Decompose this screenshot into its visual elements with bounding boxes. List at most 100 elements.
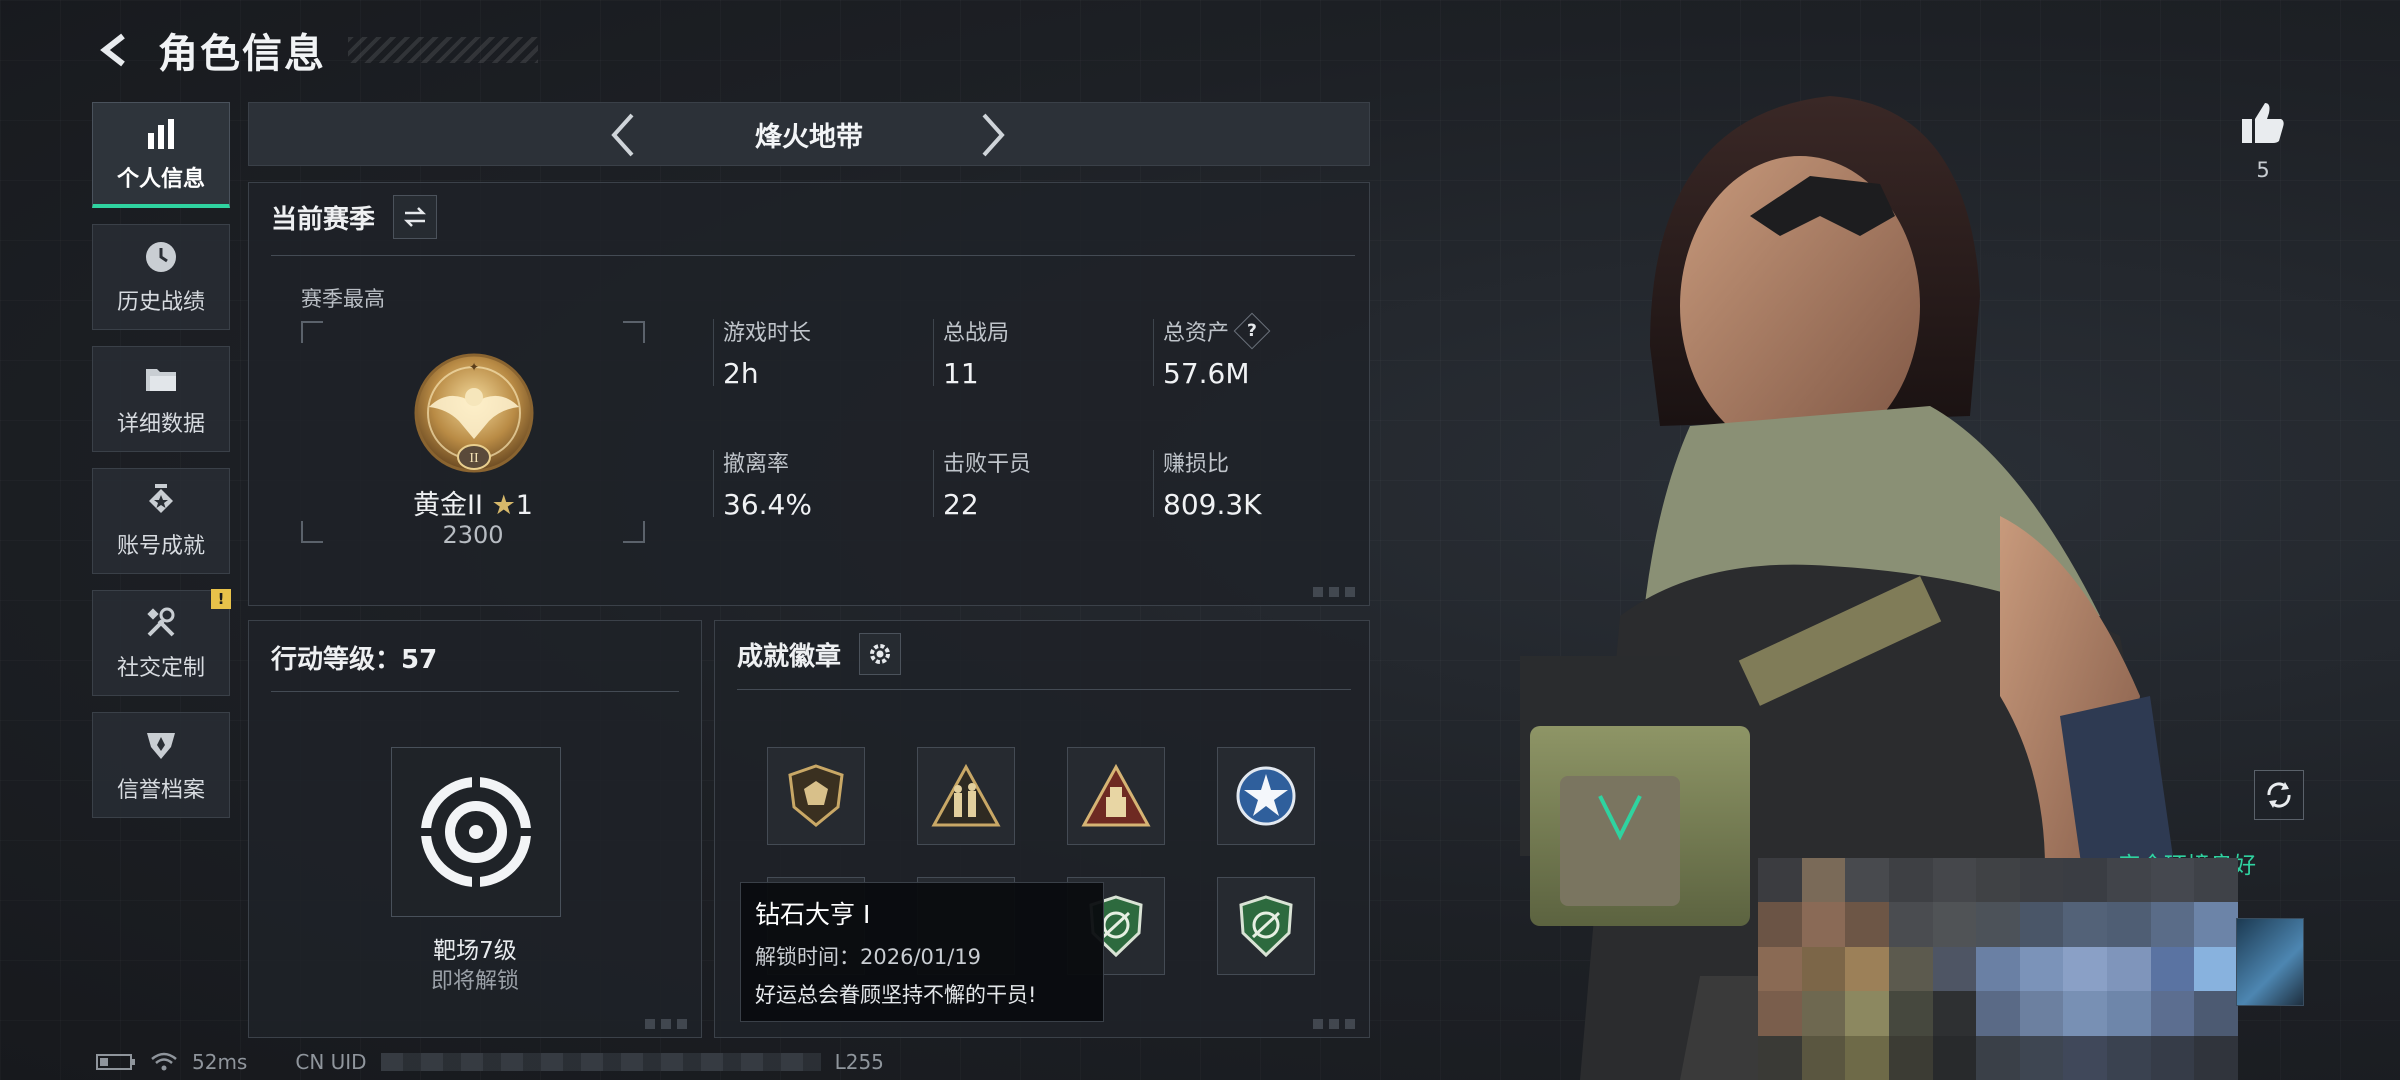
alert-badge: !: [211, 589, 231, 609]
target-crosshair-icon: [418, 774, 534, 890]
action-level-panel: 行动等级：57 靶场7级 即将解锁: [248, 620, 702, 1038]
soldiers-triangle-badge-icon: [931, 763, 1001, 827]
gear-icon: [870, 644, 891, 664]
status-bar: 52ms CN UID L255: [96, 1050, 884, 1074]
rank-frame: II ✦ 黄金II ★1 2300: [301, 321, 645, 549]
sidebar-item-achievements[interactable]: 账号成就: [92, 468, 230, 574]
sidebar-item-social-customize[interactable]: ! 社交定制: [92, 589, 231, 696]
rank-stars: 1: [515, 490, 533, 521]
gold-rank-emblem-icon: II ✦: [414, 353, 534, 473]
next-mode-button[interactable]: [969, 111, 1017, 159]
refresh-button[interactable]: [2254, 770, 2304, 820]
chevron-left-icon: [611, 113, 634, 157]
corner-decoration: [645, 1019, 691, 1029]
rank-name: 黄金II ★1: [301, 483, 645, 522]
badge-settings-button[interactable]: [859, 633, 902, 675]
sidebar-item-history[interactable]: 历史战绩: [92, 224, 230, 330]
uid-suffix: L255: [834, 1050, 884, 1074]
folder-icon: [142, 360, 180, 398]
stat-label: 撤离率: [723, 452, 790, 477]
blue-star-badge[interactable]: [1217, 747, 1315, 845]
stat-play-time: 游戏时长 2h: [713, 315, 941, 390]
stat-label: 总战局: [943, 321, 1010, 346]
tooltip-unlock-time: 解锁时间：2026/01/19: [755, 945, 982, 969]
d20-shield-badge-icon: [788, 764, 844, 827]
tooltip-description: 好运总会眷顾坚持不懈的干员!: [755, 983, 1037, 1007]
soldiers-triangle-badge[interactable]: [917, 747, 1015, 845]
wrench-tools-icon: [142, 604, 180, 642]
divider: [737, 689, 1351, 690]
rank-score: 2300: [442, 521, 504, 549]
stat-value: 11: [943, 357, 979, 390]
corner-decoration: [1313, 1019, 1359, 1029]
mode-selector: 烽火地带: [248, 102, 1370, 166]
help-icon[interactable]: ?: [1233, 312, 1271, 350]
switch-season-button[interactable]: [393, 195, 438, 239]
swap-arrows-icon: [403, 207, 427, 227]
refresh-icon: [2267, 782, 2291, 808]
season-title: 当前赛季: [271, 204, 376, 235]
sidebar-item-label: 信誉档案: [116, 778, 205, 803]
season-stats: 游戏时长 2h 总战局 11 总资产 ? 57.6M 撤离率 36.4% 击败干…: [713, 312, 1341, 521]
green-shield-badge[interactable]: [1217, 877, 1315, 975]
svg-text:II: II: [469, 451, 479, 466]
achievement-star-icon: [142, 482, 180, 520]
corner-decoration: [1313, 587, 1359, 597]
stat-value: 57.6M: [1163, 357, 1250, 390]
thumbs-up-icon: [2242, 103, 2284, 143]
like-button[interactable]: [2236, 96, 2290, 150]
stat-value: 2h: [723, 357, 759, 390]
thumbnail-image: [2236, 918, 2304, 1006]
sidebar-item-credit-record[interactable]: 信誉档案: [92, 712, 230, 818]
season-best-label: 赛季最高: [301, 287, 385, 311]
page-title: 角色信息: [158, 31, 326, 77]
badges-title: 成就徽章: [737, 641, 842, 672]
stat-value: 22: [943, 488, 979, 521]
divider: [271, 691, 679, 692]
d20-shield-badge[interactable]: [767, 747, 865, 845]
range-unlock-status: 即将解锁: [430, 969, 519, 994]
bar-chart-icon: [142, 115, 180, 153]
stat-total-matches: 总战局 11: [933, 315, 1161, 390]
back-button[interactable]: [90, 25, 140, 75]
stat-value: 809.3K: [1163, 488, 1262, 521]
stat-label: 总资产: [1163, 321, 1230, 346]
svg-text:✦: ✦: [469, 360, 479, 374]
header-decoration: [348, 37, 538, 63]
stat-extraction-rate: 撤离率 36.4%: [713, 446, 941, 521]
stat-label: 游戏时长: [723, 321, 812, 346]
badges-header: 成就徽章: [737, 633, 902, 675]
ping-value: 52ms: [192, 1050, 248, 1074]
redacted-area: [1758, 858, 2238, 1080]
sidebar-item-detail-data[interactable]: 详细数据: [92, 346, 230, 452]
mode-name: 烽火地带: [755, 121, 863, 153]
back-arrow-icon: [100, 33, 125, 67]
action-level-title: 行动等级：57: [271, 645, 438, 675]
sidebar-item-label: 个人信息: [116, 166, 205, 192]
chevron-right-icon: [982, 113, 1005, 157]
stat-operators-defeated: 击败干员 22: [933, 446, 1161, 521]
tooltip-title: 钻石大亨 I: [755, 900, 871, 929]
supply-triangle-badge[interactable]: [1067, 747, 1165, 845]
sidebar-item-label: 账号成就: [116, 534, 205, 559]
sidebar-item-personal-info[interactable]: 个人信息: [92, 102, 230, 208]
battery-icon: [96, 1054, 135, 1070]
help-glyph: ?: [1247, 321, 1257, 341]
season-panel: 当前赛季 赛季最高 II ✦ 黄金II ★1 2300 游戏时长 2h 总战局 …: [248, 182, 1370, 606]
stat-value: 36.4%: [723, 488, 812, 521]
page-header: 角色信息: [90, 20, 538, 80]
rank-tier: 黄金II: [413, 490, 483, 521]
supply-triangle-badge-icon: [1081, 763, 1151, 827]
badge-tooltip: 钻石大亨 I 解锁时间：2026/01/19 好运总会眷顾坚持不懈的干员!: [740, 882, 1104, 1022]
stat-label-row: 总资产 ?: [1163, 312, 1341, 350]
sidebar-item-label: 历史战绩: [116, 290, 205, 315]
like-count: 5: [2256, 158, 2270, 182]
green-shield-badge-icon: [1239, 895, 1293, 958]
star-icon: ★: [491, 490, 516, 521]
shooting-range-reward[interactable]: [391, 747, 561, 917]
sidebar-item-label: 详细数据: [116, 412, 205, 437]
uid-redacted: [380, 1053, 821, 1071]
prev-mode-button[interactable]: [599, 111, 647, 159]
uid-prefix: CN UID: [295, 1050, 367, 1074]
wifi-icon: [151, 1052, 177, 1071]
